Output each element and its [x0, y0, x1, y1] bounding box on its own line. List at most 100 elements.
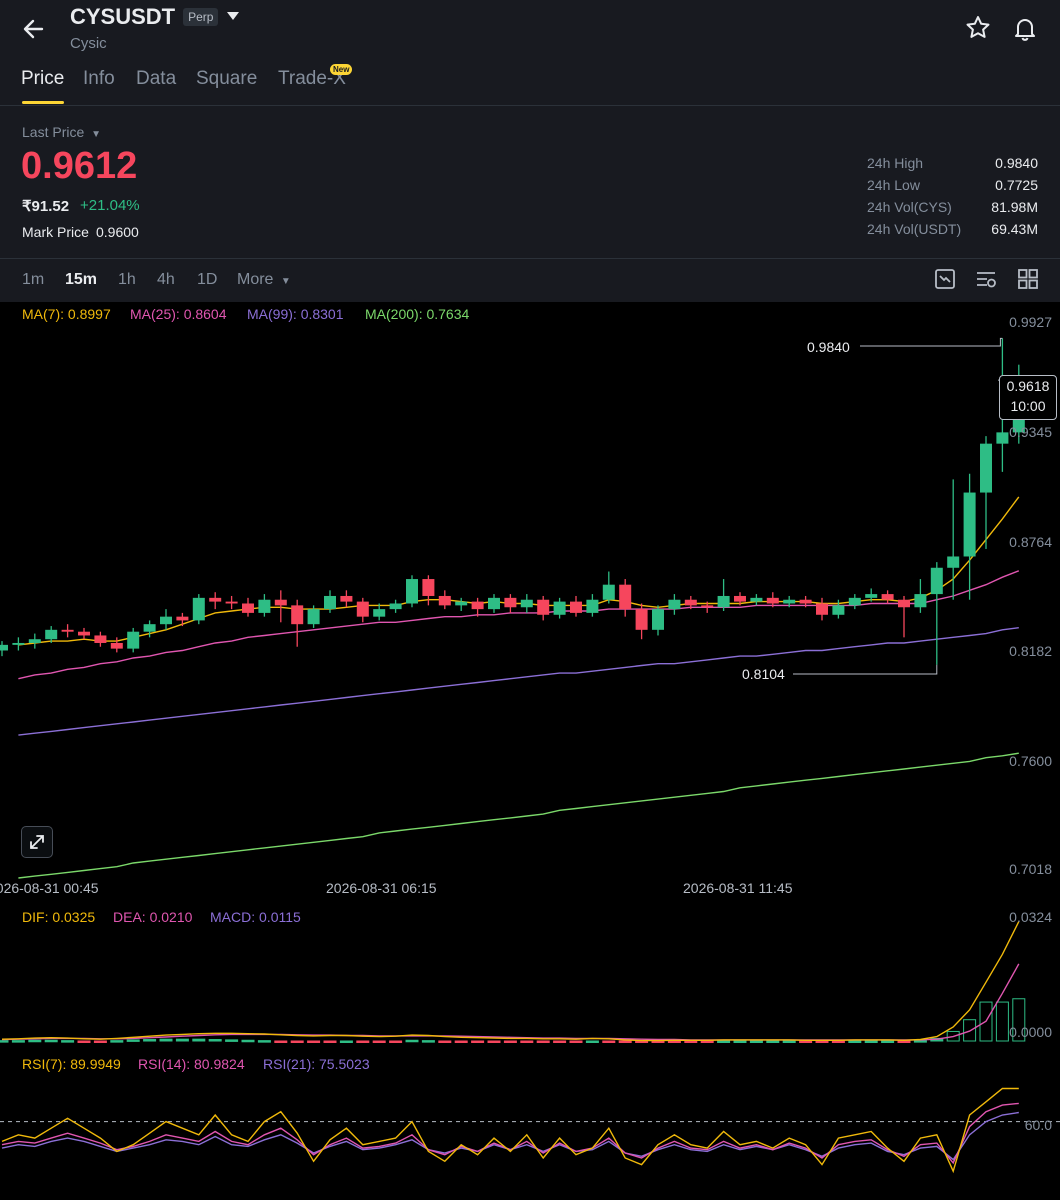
- macd-histogram-bar: [749, 1040, 763, 1043]
- candle: [881, 594, 894, 600]
- dea-legend-value: 0.0210: [149, 909, 193, 925]
- dif-line: [1, 921, 1020, 1042]
- ma25-legend-name: MA(25): [130, 306, 176, 322]
- rsi21-legend-name: RSI(21): [263, 1056, 312, 1072]
- ma25-legend: MA(25): 0.8604: [130, 306, 227, 322]
- ma200-legend-value: 0.7634: [426, 306, 470, 322]
- rsi7-line: [1, 1087, 1019, 1174]
- x-tick-label: 2026-08-31 00:45: [0, 880, 99, 896]
- macd-histogram-bar: [733, 1040, 747, 1043]
- macd-histogram-bar: [897, 1040, 911, 1043]
- y-tick-label: 0.8182: [1009, 643, 1052, 659]
- candle: [848, 597, 861, 606]
- low-leader-line: [793, 664, 938, 675]
- macd-histogram-bar: [356, 1040, 370, 1043]
- candle: [340, 595, 353, 602]
- ma25-legend-value: 0.8604: [183, 306, 227, 322]
- candle: [635, 609, 648, 630]
- dif-legend: DIF: 0.0325: [22, 909, 96, 925]
- dea-legend: DEA: 0.0210: [113, 909, 193, 925]
- macd-histogram-bar: [175, 1038, 189, 1042]
- macd-y-tick-label: 0.0324: [1009, 909, 1052, 925]
- macd-histogram-bar: [208, 1039, 222, 1042]
- macd-histogram-bar: [192, 1038, 206, 1042]
- candle: [455, 601, 468, 606]
- macd-histogram-bar: [257, 1040, 271, 1043]
- candle: [734, 595, 746, 602]
- candle: [553, 601, 566, 615]
- y-tick-label: 0.9927: [1009, 314, 1052, 330]
- macd-histogram-bar: [421, 1040, 435, 1043]
- macd-histogram-bar: [602, 1040, 616, 1043]
- macd-histogram-bar: [848, 1040, 862, 1043]
- candle: [438, 595, 451, 606]
- macd-histogram-bar: [782, 1040, 796, 1043]
- candle: [520, 599, 533, 608]
- macd-legend-value: 0.0115: [259, 909, 301, 925]
- candle: [570, 601, 582, 613]
- x-tick-label: 2026-08-31 11:45: [683, 880, 793, 896]
- y-tick-label: 0.9345: [1009, 424, 1052, 440]
- candle: [160, 616, 172, 625]
- candle: [652, 609, 664, 630]
- y-tick-label: 0.7018: [1009, 861, 1052, 877]
- rsi21-legend-value: 75.5023: [319, 1056, 370, 1072]
- candle: [898, 599, 910, 608]
- macd-histogram-bar: [225, 1039, 239, 1042]
- ma7-legend-name: MA(7): [22, 306, 61, 322]
- macd-legend: MACD: 0.0115: [210, 909, 301, 925]
- macd-histogram-bar: [553, 1040, 567, 1043]
- candle: [799, 599, 812, 604]
- macd-histogram-bar: [995, 1001, 1009, 1042]
- macd-histogram-bar: [881, 1040, 895, 1043]
- candle: [422, 579, 435, 596]
- candle: [28, 639, 41, 643]
- dea-legend-name: DEA: [113, 909, 142, 925]
- candle: [258, 599, 271, 613]
- ma99-legend-value: 0.8301: [300, 306, 344, 322]
- candle: [406, 579, 418, 604]
- macd-histogram-bar: [110, 1040, 124, 1043]
- candle: [0, 644, 8, 651]
- candle: [143, 624, 156, 632]
- candle: [242, 603, 254, 613]
- macd-histogram-bar: [323, 1040, 337, 1043]
- ma99-line: [18, 627, 1019, 736]
- rsi7-legend-name: RSI(7): [22, 1056, 63, 1072]
- expand-chart-button[interactable]: [21, 826, 53, 858]
- ma7-legend-value: 0.8997: [67, 306, 111, 322]
- candle: [586, 599, 599, 613]
- macd-y-tick-label: 0.0000: [1009, 1024, 1052, 1040]
- candle: [471, 601, 484, 610]
- macd-histogram-bar: [44, 1039, 58, 1043]
- macd-histogram-bar: [93, 1040, 107, 1043]
- macd-histogram-bar: [569, 1040, 583, 1043]
- macd-legend-name: MACD: [210, 909, 252, 925]
- candle: [78, 631, 90, 636]
- macd-histogram-bar: [77, 1040, 91, 1043]
- candle: [766, 597, 779, 604]
- candle: [750, 597, 763, 602]
- candle: [94, 635, 107, 643]
- candle: [324, 595, 336, 610]
- macd-histogram-bar: [290, 1040, 304, 1043]
- candle: [373, 609, 386, 617]
- macd-histogram-bar: [307, 1040, 321, 1043]
- ma200-legend: MA(200): 0.7634: [365, 306, 470, 322]
- macd-histogram-bar: [831, 1040, 845, 1043]
- candle: [389, 603, 402, 610]
- candle: [783, 599, 796, 604]
- candle: [619, 584, 632, 610]
- macd-histogram-bar: [405, 1039, 419, 1043]
- rsi14-legend-value: 80.9824: [194, 1056, 245, 1072]
- chart-svg[interactable]: [0, 0, 1060, 1200]
- candle: [914, 594, 927, 608]
- y-tick-label: 0.8764: [1009, 534, 1052, 550]
- macd-histogram-bar: [799, 1040, 813, 1043]
- macd-histogram-bar: [454, 1040, 468, 1043]
- macd-histogram-bar: [487, 1040, 501, 1043]
- macd-histogram-bar: [667, 1040, 681, 1043]
- expand-icon: [22, 835, 52, 861]
- rsi7-legend-value: 89.9949: [70, 1056, 121, 1072]
- macd-histogram-bar: [864, 1040, 878, 1043]
